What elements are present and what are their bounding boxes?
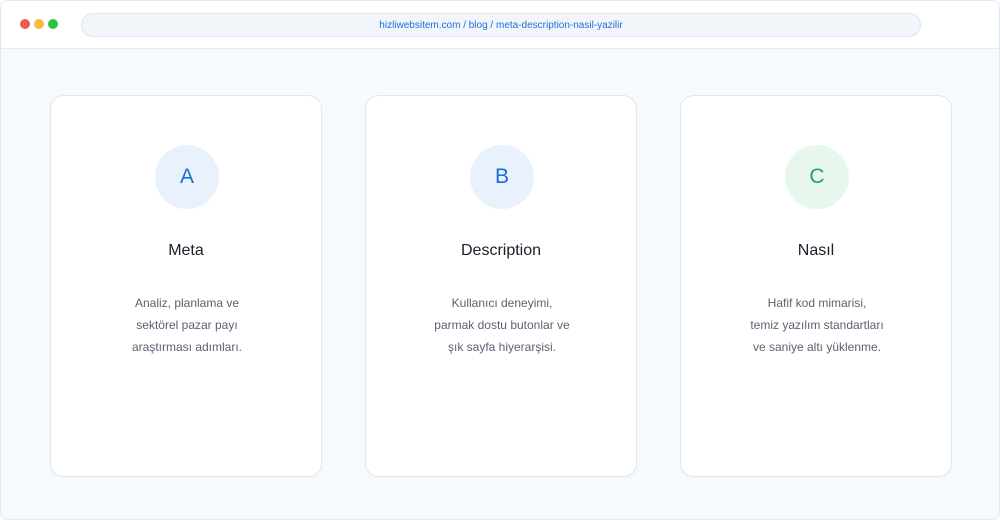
minimize-window-button[interactable] [34, 19, 44, 29]
card-badge-b: B [470, 145, 534, 209]
card-description: Analiz, planlama ve sektörel pazar payı … [131, 296, 243, 354]
feature-card-nasil: C Nasıl Hafif kod mimarisi, temiz yazılı… [680, 95, 952, 477]
address-bar[interactable]: hizliwebsitem.com / blog / meta-descript… [81, 13, 921, 37]
feature-card-meta: A Meta Analiz, planlama ve sektörel paza… [50, 95, 322, 477]
maximize-window-button[interactable] [48, 19, 58, 29]
feature-card-description: B Description Kullanıcı deneyimi, parmak… [365, 95, 637, 477]
card-title: Description [460, 242, 542, 259]
card-title: Meta [168, 242, 204, 259]
card-description: Kullanıcı deneyimi, parmak dostu butonla… [434, 296, 570, 354]
card-description: Hafif kod mimarisi, temiz yazılım standa… [750, 296, 884, 354]
card-badge-c: C [785, 145, 849, 209]
card-title: Nasıl [797, 242, 835, 259]
address-bar-url: hizliwebsitem.com / blog / meta-descript… [379, 19, 623, 31]
browser-window: hizliwebsitem.com / blog / meta-descript… [0, 0, 1000, 520]
page-content: A Meta Analiz, planlama ve sektörel paza… [1, 49, 999, 519]
card-badge-a: A [155, 145, 219, 209]
close-window-button[interactable] [20, 19, 30, 29]
browser-titlebar: hizliwebsitem.com / blog / meta-descript… [1, 1, 999, 49]
